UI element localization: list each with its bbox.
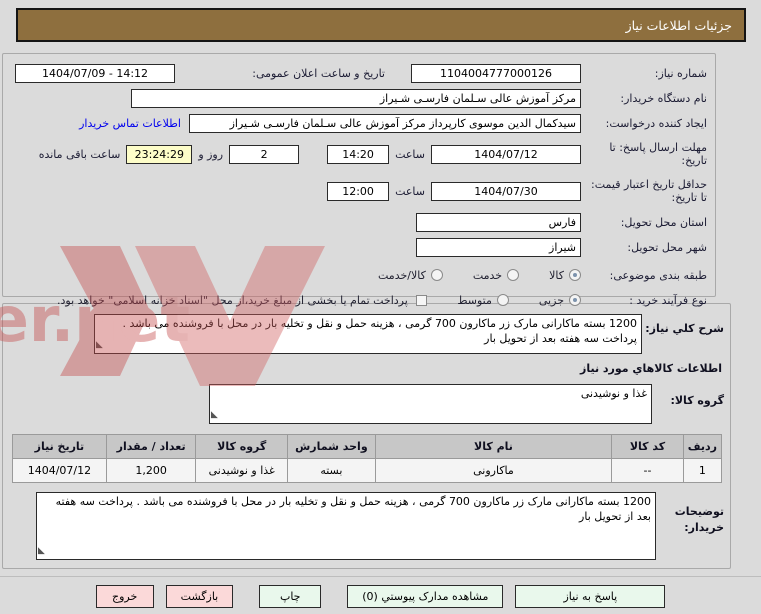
goods-group-textarea[interactable]: غذا و نوشیدنی ◢: [209, 384, 652, 424]
cell-unit: بسته: [287, 458, 376, 483]
process-type-option-label: متوسط: [457, 293, 492, 307]
footer-toolbar: پاسخ به نیاز مشاهده مدارک پیوستي (0) چاپ…: [0, 576, 761, 608]
buyer-notes-text: 1200 بسته ماکارانی مارک زر ماکارون 700 گ…: [55, 495, 651, 523]
goods-section-header: اطلاعات کالاهاي مورد نیاز: [580, 362, 722, 375]
goods-table: ردیف کد کالا نام کالا واحد شمارش گروه کا…: [12, 434, 723, 483]
radio-icon[interactable]: [569, 268, 581, 281]
request-creator-input[interactable]: [189, 113, 581, 133]
goods-group-row: گروه کالا: غذا و نوشیدنی ◢: [9, 384, 724, 424]
category-option-2[interactable]: کالا/خدمت: [378, 268, 443, 282]
goods-group-text: غذا و نوشیدنی: [580, 387, 647, 400]
reply-hour-label: ساعت: [395, 147, 425, 161]
page-title-label: جزئیات اطلاعات نیاز: [625, 17, 732, 33]
radio-icon[interactable]: [507, 268, 520, 281]
buyer-notes-row: توضیحات خریدار: 1200 بسته ماکارانی مارک …: [9, 492, 724, 560]
buyer-org-label: نام دستگاه خریدار:: [620, 91, 707, 105]
cell-item-name: ماکارونی: [374, 458, 613, 483]
col-quantity: تعداد / مقدار: [105, 434, 197, 459]
category-option-0[interactable]: کالا: [549, 268, 581, 282]
cell-item-code: --: [611, 458, 684, 483]
process-type-radio-group: جزیی متوسط: [427, 293, 581, 307]
remaining-countdown: 23:24:29: [126, 144, 193, 164]
resize-grip-icon[interactable]: ◢: [96, 338, 103, 353]
price-validity-date-input[interactable]: [431, 181, 581, 201]
treasury-checkbox-item[interactable]: پرداخت تمام یا بخشی از مبلغ خرید،از محل …: [57, 293, 428, 307]
category-option-1[interactable]: خدمت: [472, 268, 520, 282]
need-number-row: شماره نیاز: تاریخ و ساعت اعلان عمومی:: [9, 63, 707, 83]
exit-button[interactable]: خروج: [95, 585, 154, 608]
city-row: شهر محل تحویل:: [9, 237, 707, 257]
cell-goods-group: غذا و نوشیدنی: [195, 458, 289, 483]
city-input[interactable]: [416, 237, 581, 257]
reply-deadline-time-input[interactable]: [327, 144, 390, 164]
request-creator-row: ایجاد کننده درخواست: اطلاعات تماس خریدار: [9, 113, 707, 133]
price-validity-time-input[interactable]: [327, 181, 390, 201]
treasury-checkbox-label: پرداخت تمام یا بخشی از مبلغ خرید،از محل …: [57, 293, 408, 307]
province-row: استان محل تحویل:: [9, 212, 707, 232]
process-type-option-label: جزیی: [538, 293, 564, 307]
cell-quantity: 1,200: [105, 458, 197, 483]
page-title: جزئیات اطلاعات نیاز: [16, 8, 746, 42]
goods-group-label: گروه کالا:: [670, 394, 724, 407]
process-type-option-1[interactable]: متوسط: [457, 293, 509, 307]
col-item-code: کد کالا: [611, 434, 684, 459]
buyer-org-row: نام دستگاه خریدار:: [9, 88, 707, 108]
city-label: شهر محل تحویل:: [627, 240, 707, 254]
radio-icon[interactable]: [430, 268, 443, 281]
col-unit: واحد شمارش: [287, 434, 376, 459]
need-info-panel: شماره نیاز: تاریخ و ساعت اعلان عمومی: نا…: [2, 53, 716, 307]
category-row: طبقه بندی موضوعی: کالا خدمت کالا/خدمت: [9, 265, 707, 285]
need-desc-text: 1200 بسته ماکارانی مارک زر ماکارون 700 گ…: [122, 317, 637, 345]
remaining-days-input[interactable]: [229, 144, 300, 164]
reply-deadline-label: مهلت ارسال پاسخ: تا تاریخ:: [609, 141, 707, 167]
cell-row-number: 1: [682, 458, 723, 483]
reply-to-need-button[interactable]: پاسخ به نیاز: [515, 585, 666, 608]
remaining-days-label: روز و: [198, 147, 224, 161]
buyer-notes-textarea[interactable]: 1200 بسته ماکارانی مارک زر ماکارون 700 گ…: [36, 492, 656, 560]
province-input[interactable]: [416, 212, 581, 232]
col-goods-group: گروه کالا: [195, 434, 289, 459]
need-desc-label: شرح کلي نیاز:: [645, 322, 724, 335]
col-need-date: تاریخ نیاز: [12, 434, 107, 459]
resize-grip-icon[interactable]: ◢: [211, 408, 218, 423]
treasury-checkbox[interactable]: [416, 294, 428, 306]
reply-deadline-row: مهلت ارسال پاسخ: تا تاریخ: ساعت روز و 23…: [9, 138, 707, 170]
cell-need-date: 1404/07/12: [12, 458, 107, 483]
buyer-contact-link[interactable]: اطلاعات تماس خریدار: [79, 117, 181, 130]
print-button[interactable]: چاپ: [259, 585, 322, 608]
category-option-label: کالا/خدمت: [378, 268, 426, 282]
resize-grip-icon[interactable]: ◢: [38, 544, 45, 559]
col-row-number: ردیف: [682, 434, 723, 459]
buyer-org-input[interactable]: [131, 88, 581, 108]
remaining-suffix-label: ساعت باقی مانده: [38, 147, 121, 161]
col-item-name: نام کالا: [374, 434, 613, 459]
need-number-label: شماره نیاز:: [654, 66, 707, 80]
process-type-option-0[interactable]: جزیی: [538, 293, 581, 307]
announce-datetime-label: تاریخ و ساعت اعلان عمومی:: [252, 66, 385, 80]
need-desc-row: شرح کلي نیاز: 1200 بسته ماکارانی مارک زر…: [9, 314, 724, 354]
price-validity-label: حداقل تاریخ اعتبار قیمت: تا تاریخ:: [591, 178, 707, 204]
radio-icon[interactable]: [569, 293, 581, 306]
province-label: استان محل تحویل:: [620, 215, 707, 229]
goods-info-panel: شرح کلي نیاز: 1200 بسته ماکارانی مارک زر…: [2, 303, 731, 569]
price-validity-row: حداقل تاریخ اعتبار قیمت: تا تاریخ: ساعت: [9, 175, 707, 207]
category-option-label: خدمت: [472, 268, 503, 282]
category-option-label: کالا: [549, 268, 564, 282]
category-radio-group: کالا خدمت کالا/خدمت: [348, 268, 581, 282]
price-validity-hour-label: ساعت: [395, 184, 425, 198]
back-button[interactable]: بازگشت: [165, 585, 234, 608]
need-number-input[interactable]: [411, 63, 581, 83]
reply-deadline-date-input[interactable]: [431, 144, 581, 164]
process-type-label: نوع فرآیند خرید :: [629, 293, 707, 307]
goods-table-header-row: ردیف کد کالا نام کالا واحد شمارش گروه کا…: [12, 434, 723, 459]
buyer-notes-label: توضیحات خریدار:: [674, 505, 724, 534]
need-desc-textarea[interactable]: 1200 بسته ماکارانی مارک زر ماکارون 700 گ…: [94, 314, 642, 354]
need-details-page: { "title_bar": { "label": "جزئیات اطلاعا…: [0, 8, 761, 614]
category-label: طبقه بندی موضوعی:: [609, 268, 707, 282]
announce-datetime-input[interactable]: [15, 63, 175, 83]
table-row[interactable]: 1 -- ماکارونی بسته غذا و نوشیدنی 1,200 1…: [12, 458, 723, 483]
request-creator-label: ایجاد کننده درخواست:: [605, 116, 707, 130]
radio-icon[interactable]: [496, 293, 509, 306]
view-attachments-button[interactable]: مشاهده مدارک پیوستي (0): [347, 585, 504, 608]
